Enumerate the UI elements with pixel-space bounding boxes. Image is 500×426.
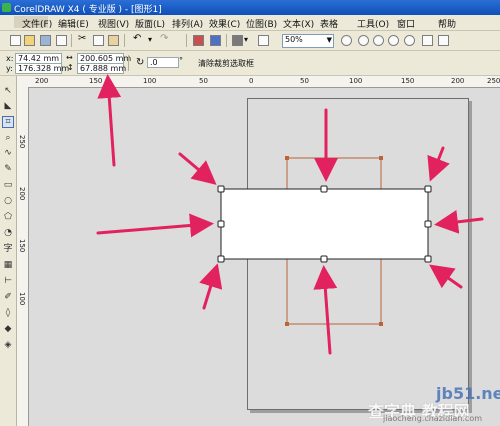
annotation-arrow [97, 74, 122, 167]
crop-handle-bottom-right[interactable] [424, 255, 432, 263]
annotation-arrow [429, 264, 463, 289]
annotation-arrow [96, 213, 214, 238]
annotation-arrow [427, 146, 450, 182]
object-node [285, 322, 289, 326]
object-node [379, 322, 383, 326]
crop-handle-top-right[interactable] [424, 185, 432, 193]
annotation-arrow [313, 265, 338, 355]
object-node [285, 156, 289, 160]
crop-handle-top-left[interactable] [217, 185, 225, 193]
crop-handle-right[interactable] [424, 220, 432, 228]
crop-handle-left[interactable] [217, 220, 225, 228]
canvas-overlay [96, 74, 484, 355]
crop-handle-top[interactable] [320, 185, 328, 193]
crop-handle-bottom[interactable] [320, 255, 328, 263]
crop-handle-bottom-left[interactable] [217, 255, 225, 263]
annotation-arrow [434, 209, 484, 234]
annotation-arrow [199, 263, 223, 310]
annotation-arrow [178, 152, 217, 185]
crop-marquee[interactable] [220, 188, 429, 260]
object-node [379, 156, 383, 160]
watermark-url: jiaocheng.chazidian.com [383, 414, 483, 423]
